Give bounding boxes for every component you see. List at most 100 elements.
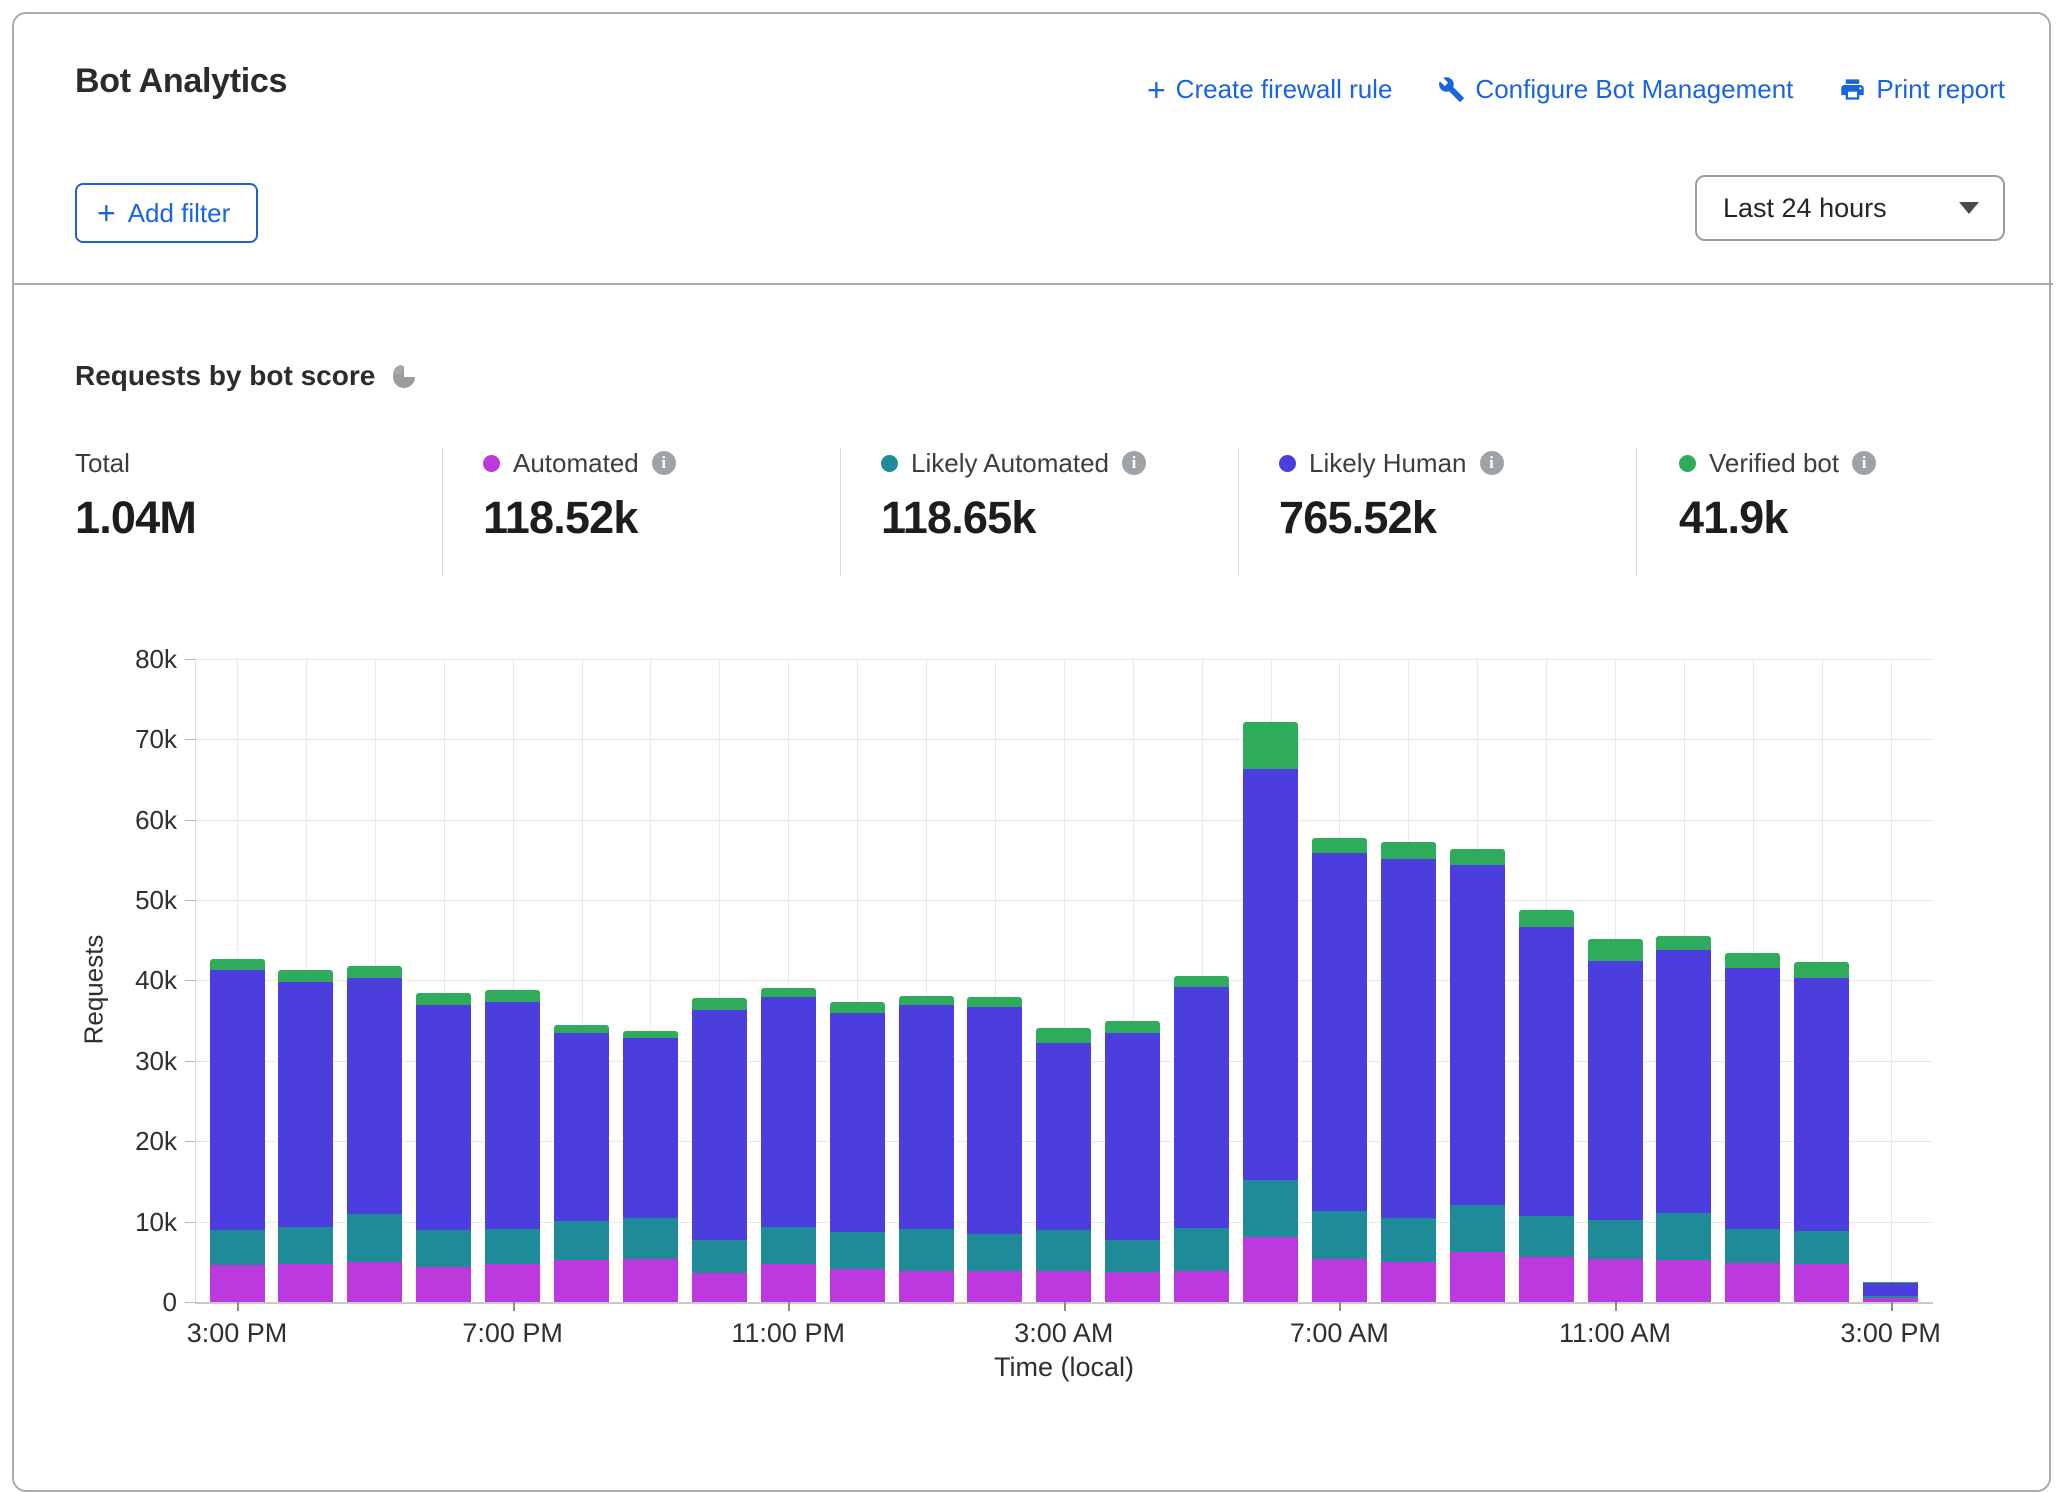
bar-segment-verified-bot[interactable] <box>1450 849 1505 865</box>
bar-segment-likely-human[interactable] <box>967 1007 1022 1234</box>
bar-segment-likely-human[interactable] <box>1725 968 1780 1229</box>
bar-segment-likely-automated[interactable] <box>210 1230 265 1265</box>
bar-segment-automated[interactable] <box>416 1267 471 1302</box>
bar-segment-likely-human[interactable] <box>692 1010 747 1240</box>
bar-segment-likely-automated[interactable] <box>278 1227 333 1264</box>
bar-segment-likely-automated[interactable] <box>1588 1220 1643 1259</box>
bar-segment-likely-human[interactable] <box>1588 961 1643 1220</box>
bar-segment-likely-automated[interactable] <box>1381 1218 1436 1261</box>
bar-segment-likely-automated[interactable] <box>1863 1296 1918 1298</box>
bar-segment-verified-bot[interactable] <box>967 997 1022 1007</box>
bar-segment-likely-automated[interactable] <box>1519 1216 1574 1257</box>
bar-segment-automated[interactable] <box>830 1269 885 1302</box>
bar-segment-automated[interactable] <box>692 1273 747 1302</box>
bar-segment-automated[interactable] <box>967 1271 1022 1302</box>
bar-segment-likely-automated[interactable] <box>1725 1229 1780 1264</box>
bar-segment-automated[interactable] <box>347 1262 402 1302</box>
bar-segment-verified-bot[interactable] <box>1519 910 1574 927</box>
time-range-select[interactable]: Last 24 hours <box>1695 175 2005 241</box>
bar-segment-likely-human[interactable] <box>554 1033 609 1220</box>
bar-segment-automated[interactable] <box>1450 1252 1505 1302</box>
bar-segment-verified-bot[interactable] <box>554 1025 609 1034</box>
create-firewall-rule-link[interactable]: + Create firewall rule <box>1147 74 1392 105</box>
bar-segment-likely-human[interactable] <box>1174 987 1229 1228</box>
bar-segment-likely-automated[interactable] <box>347 1214 402 1261</box>
bar-segment-likely-human[interactable] <box>1243 769 1298 1180</box>
bar-segment-likely-human[interactable] <box>830 1013 885 1232</box>
bar-segment-likely-automated[interactable] <box>1174 1228 1229 1271</box>
bar-segment-likely-automated[interactable] <box>899 1229 954 1272</box>
bar-segment-likely-human[interactable] <box>347 978 402 1214</box>
bar-segment-likely-automated[interactable] <box>967 1234 1022 1271</box>
bar-segment-likely-human[interactable] <box>1381 859 1436 1218</box>
bar-segment-automated[interactable] <box>1174 1271 1229 1302</box>
bar-segment-likely-automated[interactable] <box>1450 1205 1505 1252</box>
bar-segment-likely-human[interactable] <box>1656 950 1711 1213</box>
bar-segment-verified-bot[interactable] <box>1174 976 1229 986</box>
bar-segment-likely-automated[interactable] <box>761 1227 816 1264</box>
bar-segment-likely-human[interactable] <box>623 1038 678 1218</box>
bar-segment-automated[interactable] <box>1381 1262 1436 1302</box>
bar-segment-verified-bot[interactable] <box>278 970 333 982</box>
bar-segment-likely-human[interactable] <box>1105 1033 1160 1240</box>
bar-segment-verified-bot[interactable] <box>347 966 402 978</box>
bar-segment-automated[interactable] <box>1725 1263 1780 1302</box>
bar-segment-likely-automated[interactable] <box>1105 1240 1160 1272</box>
bar-segment-verified-bot[interactable] <box>761 988 816 997</box>
bar-segment-likely-human[interactable] <box>1450 865 1505 1205</box>
bar-segment-automated[interactable] <box>1794 1264 1849 1302</box>
bar-segment-verified-bot[interactable] <box>623 1031 678 1038</box>
bar-segment-likely-automated[interactable] <box>692 1240 747 1273</box>
info-icon[interactable]: i <box>1122 451 1146 475</box>
bar-segment-likely-human[interactable] <box>1794 978 1849 1231</box>
bar-segment-likely-human[interactable] <box>1312 853 1367 1211</box>
bar-segment-likely-automated[interactable] <box>485 1229 540 1264</box>
bar-segment-likely-human[interactable] <box>899 1005 954 1229</box>
bar-segment-likely-human[interactable] <box>1863 1282 1918 1296</box>
bar-segment-likely-automated[interactable] <box>1036 1230 1091 1272</box>
bar-segment-automated[interactable] <box>899 1271 954 1302</box>
bar-segment-verified-bot[interactable] <box>1105 1021 1160 1032</box>
bar-segment-automated[interactable] <box>1312 1259 1367 1302</box>
bar-segment-verified-bot[interactable] <box>692 998 747 1010</box>
bar-segment-verified-bot[interactable] <box>1656 936 1711 950</box>
bar-segment-automated[interactable] <box>761 1264 816 1302</box>
bar-segment-likely-automated[interactable] <box>1656 1213 1711 1260</box>
bar-segment-automated[interactable] <box>1036 1271 1091 1302</box>
add-filter-button[interactable]: + Add filter <box>75 183 258 243</box>
bar-segment-likely-automated[interactable] <box>830 1232 885 1269</box>
bar-segment-verified-bot[interactable] <box>1312 838 1367 853</box>
bar-segment-likely-automated[interactable] <box>554 1221 609 1260</box>
bar-segment-likely-human[interactable] <box>1519 927 1574 1216</box>
bar-segment-verified-bot[interactable] <box>1243 722 1298 769</box>
bar-segment-likely-automated[interactable] <box>1794 1231 1849 1264</box>
bar-segment-likely-human[interactable] <box>210 970 265 1230</box>
bar-segment-automated[interactable] <box>1588 1259 1643 1302</box>
bar-segment-likely-automated[interactable] <box>416 1230 471 1267</box>
bar-segment-verified-bot[interactable] <box>210 959 265 969</box>
bar-segment-likely-human[interactable] <box>278 982 333 1227</box>
configure-bot-management-link[interactable]: Configure Bot Management <box>1438 74 1793 105</box>
bar-segment-verified-bot[interactable] <box>485 990 540 1002</box>
bar-segment-verified-bot[interactable] <box>1588 939 1643 962</box>
bar-segment-automated[interactable] <box>278 1264 333 1302</box>
bar-segment-verified-bot[interactable] <box>830 1002 885 1012</box>
print-report-link[interactable]: Print report <box>1839 74 2005 105</box>
bar-segment-automated[interactable] <box>1656 1260 1711 1302</box>
info-icon[interactable]: i <box>652 451 676 475</box>
bar-segment-likely-human[interactable] <box>761 997 816 1227</box>
info-icon[interactable]: i <box>1852 451 1876 475</box>
bar-segment-likely-automated[interactable] <box>1243 1180 1298 1237</box>
bar-segment-automated[interactable] <box>485 1264 540 1302</box>
bar-segment-automated[interactable] <box>623 1259 678 1302</box>
bar-segment-automated[interactable] <box>554 1260 609 1302</box>
bar-segment-automated[interactable] <box>1519 1257 1574 1302</box>
bar-segment-verified-bot[interactable] <box>1036 1028 1091 1043</box>
bar-segment-automated[interactable] <box>210 1265 265 1302</box>
bar-segment-verified-bot[interactable] <box>1381 842 1436 859</box>
info-icon[interactable]: i <box>1480 451 1504 475</box>
bar-segment-automated[interactable] <box>1243 1237 1298 1302</box>
bar-segment-likely-human[interactable] <box>485 1002 540 1229</box>
bar-segment-verified-bot[interactable] <box>416 993 471 1005</box>
bar-segment-likely-automated[interactable] <box>1312 1211 1367 1258</box>
